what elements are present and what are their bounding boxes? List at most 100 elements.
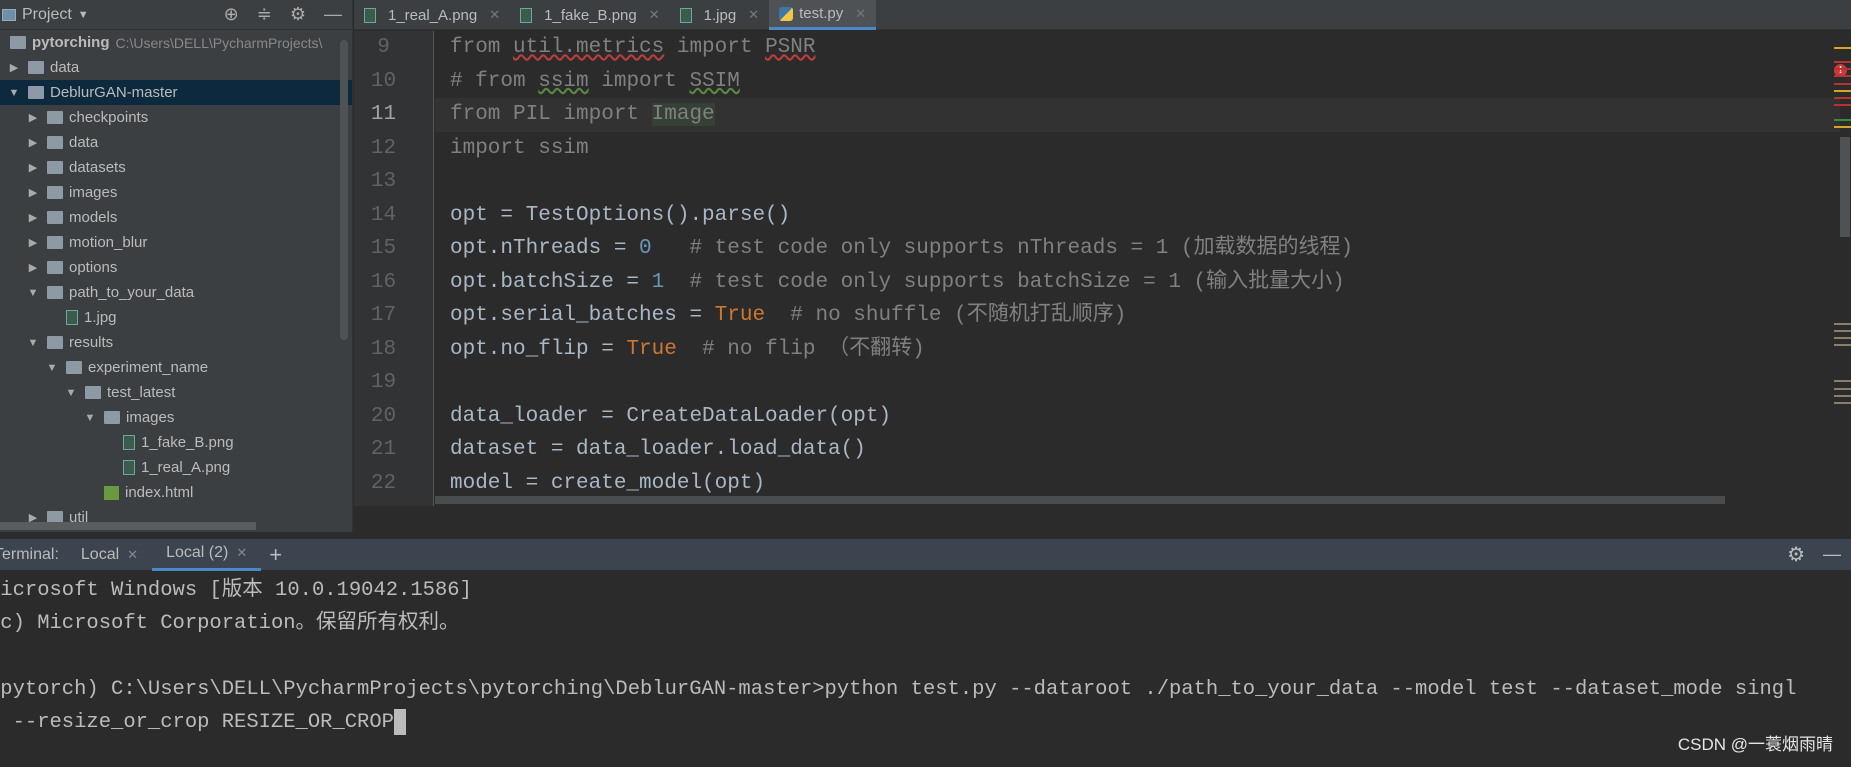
error-stripe-mark[interactable] xyxy=(1834,395,1851,397)
close-icon[interactable]: ✕ xyxy=(649,7,660,23)
code-editor[interactable]: from util.metrics import PSNR # from ssim… xyxy=(435,31,1840,506)
hide-icon[interactable]: — xyxy=(1823,544,1841,565)
close-icon[interactable]: ✕ xyxy=(236,545,247,561)
tree-item[interactable]: ▼ test_latest xyxy=(0,380,352,405)
error-stripe-mark[interactable] xyxy=(1834,388,1851,390)
add-terminal-button[interactable]: + xyxy=(269,542,282,568)
editor-horizontal-scrollbar[interactable] xyxy=(435,496,1725,504)
error-stripe-mark[interactable] xyxy=(1834,90,1851,92)
tree-item[interactable]: ▶ images xyxy=(0,180,352,205)
sidebar-scrollbar[interactable] xyxy=(340,40,348,340)
editor-tab-test-py[interactable]: test.py ✕ xyxy=(769,0,877,30)
code-line[interactable] xyxy=(435,165,1840,199)
tree-item[interactable]: ▼ images xyxy=(0,405,352,430)
error-stripe-mark[interactable] xyxy=(1834,402,1851,404)
tree-item[interactable]: ▼ DeblurGAN-master xyxy=(0,80,352,105)
error-stripe-mark[interactable] xyxy=(1834,104,1851,106)
gear-icon[interactable]: ⚙ xyxy=(1787,542,1805,567)
tree-item[interactable]: 1.jpg xyxy=(0,305,352,330)
error-stripe-mark[interactable] xyxy=(1834,75,1851,77)
code-line[interactable] xyxy=(435,366,1840,400)
editor-vertical-scrollbar[interactable] xyxy=(1840,137,1850,237)
collapsed-arrow-icon[interactable]: ▶ xyxy=(8,61,20,74)
project-view-dropdown[interactable]: Project ▼ xyxy=(2,6,89,24)
collapsed-arrow-icon[interactable]: ▶ xyxy=(27,161,39,174)
tree-item[interactable]: ▼ results xyxy=(0,330,352,355)
close-icon[interactable]: ✕ xyxy=(127,547,138,563)
sidebar-horizontal-scrollbar[interactable] xyxy=(0,522,256,530)
error-stripe-mark[interactable] xyxy=(1834,119,1851,121)
image-file-icon xyxy=(364,7,376,23)
code-line[interactable]: dataset = data_loader.load_data() xyxy=(435,433,1840,467)
line-number: 19 xyxy=(370,371,397,394)
collapse-all-icon[interactable]: ≑ xyxy=(257,4,272,25)
error-stripe-mark[interactable] xyxy=(1834,61,1851,63)
editor-tab-1-real-a-png[interactable]: 1_real_A.png ✕ xyxy=(354,0,510,30)
terminal-tab-local[interactable]: Local ✕ xyxy=(67,539,152,571)
terminal-output[interactable]: Microsoft Windows [版本 10.0.19042.1586] (c… xyxy=(0,572,1851,767)
tree-item[interactable]: ▶ checkpoints xyxy=(0,105,352,130)
code-token: import xyxy=(664,36,766,59)
tree-item[interactable]: 1_fake_B.png xyxy=(0,430,352,455)
code-line[interactable]: data_loader = CreateDataLoader(opt) xyxy=(435,400,1840,434)
folder-icon xyxy=(47,236,63,249)
expanded-arrow-icon[interactable]: ▼ xyxy=(27,337,39,349)
tree-item[interactable]: 1_real_A.png xyxy=(0,455,352,480)
collapsed-arrow-icon[interactable]: ▶ xyxy=(27,211,39,224)
code-line[interactable]: model = create_model(opt) xyxy=(435,467,1840,501)
tree-item[interactable]: ▶ models xyxy=(0,205,352,230)
tree-item[interactable]: ▶ data xyxy=(0,130,352,155)
collapsed-arrow-icon[interactable]: ▶ xyxy=(27,136,39,149)
html-file-icon xyxy=(104,485,119,500)
close-icon[interactable]: ✕ xyxy=(489,7,500,23)
expanded-arrow-icon[interactable]: ▼ xyxy=(8,87,20,99)
error-stripe[interactable]: ! xyxy=(1831,31,1851,506)
project-tree: pytorching C:\Users\DELL\PycharmProjects\… xyxy=(0,30,352,530)
error-stripe-mark[interactable] xyxy=(1834,380,1851,382)
collapsed-arrow-icon[interactable]: ▶ xyxy=(27,236,39,249)
error-stripe-mark[interactable] xyxy=(1834,337,1851,339)
terminal-tab-local-2[interactable]: Local (2) ✕ xyxy=(152,539,262,571)
collapsed-arrow-icon[interactable]: ▶ xyxy=(27,186,39,199)
error-stripe-mark[interactable] xyxy=(1834,47,1851,49)
error-stripe-mark[interactable] xyxy=(1834,83,1851,85)
code-line[interactable]: from PIL import Image xyxy=(435,98,1840,132)
close-icon[interactable]: ✕ xyxy=(855,6,866,22)
project-title: Project xyxy=(22,5,72,23)
code-line[interactable]: from util.metrics import PSNR xyxy=(435,31,1840,65)
tree-item[interactable]: ▼ path_to_your_data xyxy=(0,280,352,305)
close-icon[interactable]: ✕ xyxy=(748,7,759,23)
error-stripe-mark[interactable] xyxy=(1834,323,1851,325)
code-line[interactable]: opt.no_flip = True # no flip （不翻转) xyxy=(435,333,1840,367)
tree-item[interactable]: pytorching C:\Users\DELL\PycharmProjects\ xyxy=(0,30,352,55)
tree-item[interactable]: ▼ experiment_name xyxy=(0,355,352,380)
error-stripe-mark[interactable] xyxy=(1834,97,1851,99)
hide-icon[interactable]: — xyxy=(324,4,342,25)
locate-icon[interactable]: ⊕ xyxy=(224,4,239,25)
tree-item-label: images xyxy=(69,184,118,201)
tree-item[interactable]: ▶ data xyxy=(0,55,352,80)
error-stripe-mark[interactable] xyxy=(1834,126,1851,128)
error-stripe-mark[interactable] xyxy=(1834,344,1851,346)
editor-tab-1-jpg[interactable]: 1.jpg ✕ xyxy=(670,0,769,30)
editor-tab-1-fake-b-png[interactable]: 1_fake_B.png ✕ xyxy=(510,0,669,30)
code-line[interactable]: # from ssim import SSIM xyxy=(435,65,1840,99)
tree-item[interactable]: ▶ options xyxy=(0,255,352,280)
tree-item[interactable]: ▶ motion_blur xyxy=(0,230,352,255)
code-line[interactable]: opt = TestOptions().parse() xyxy=(435,199,1840,233)
expanded-arrow-icon[interactable]: ▼ xyxy=(46,362,58,374)
expanded-arrow-icon[interactable]: ▼ xyxy=(84,412,96,424)
expanded-arrow-icon[interactable]: ▼ xyxy=(27,287,39,299)
code-line[interactable]: import ssim xyxy=(435,132,1840,166)
tree-item[interactable]: ▶ datasets xyxy=(0,155,352,180)
code-line[interactable]: opt.serial_batches = True # no shuffle (… xyxy=(435,299,1840,333)
error-stripe-mark[interactable] xyxy=(1834,68,1851,70)
error-stripe-mark[interactable] xyxy=(1834,330,1851,332)
gear-icon[interactable]: ⚙ xyxy=(290,4,306,25)
code-line[interactable]: opt.nThreads = 0 # test code only suppor… xyxy=(435,232,1840,266)
collapsed-arrow-icon[interactable]: ▶ xyxy=(27,111,39,124)
collapsed-arrow-icon[interactable]: ▶ xyxy=(27,261,39,274)
code-line[interactable]: opt.batchSize = 1 # test code only suppo… xyxy=(435,266,1840,300)
tree-item[interactable]: index.html xyxy=(0,480,352,505)
expanded-arrow-icon[interactable]: ▼ xyxy=(65,387,77,399)
